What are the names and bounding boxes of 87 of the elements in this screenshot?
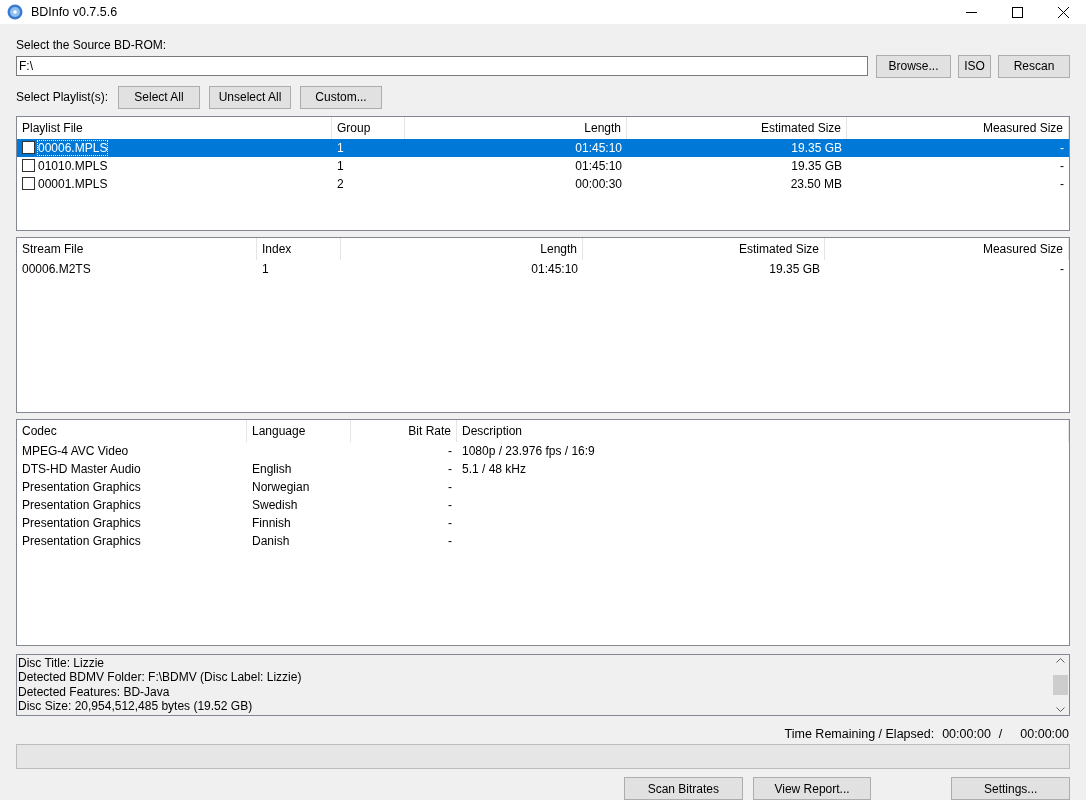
close-icon[interactable] bbox=[1057, 6, 1069, 18]
table-cell: 00006.MPLS bbox=[38, 140, 108, 155]
minimize-icon[interactable] bbox=[965, 11, 977, 13]
table-cell: 1 bbox=[337, 140, 344, 155]
table-cell: - bbox=[448, 516, 452, 531]
settings-button[interactable]: Settings... bbox=[951, 777, 1070, 800]
table-cell: - bbox=[448, 480, 452, 495]
source-label: Select the Source BD-ROM: bbox=[16, 37, 167, 52]
table-cell: Presentation Graphics bbox=[22, 534, 141, 549]
table-cell: 1 bbox=[262, 261, 269, 276]
table-cell: MPEG-4 AVC Video bbox=[22, 444, 129, 459]
table-cell: - bbox=[448, 534, 452, 549]
scroll-down-icon[interactable] bbox=[1056, 707, 1065, 713]
column-header[interactable]: Measured Size bbox=[825, 237, 1069, 260]
table-cell: - bbox=[448, 462, 452, 477]
table-cell: - bbox=[1060, 261, 1064, 276]
table-cell: - bbox=[448, 444, 452, 459]
time-elapsed: 00:00:00 bbox=[1020, 727, 1069, 742]
checkbox[interactable] bbox=[22, 141, 35, 155]
checkbox[interactable] bbox=[22, 159, 35, 173]
column-header[interactable]: Estimated Size bbox=[627, 116, 847, 139]
scroll-up-icon[interactable] bbox=[1056, 657, 1065, 663]
playlist-label: Select Playlist(s): bbox=[16, 90, 109, 105]
select-all-button[interactable]: Select All bbox=[118, 85, 201, 109]
log-line: Disc Size: 20,954,512,485 bytes (19.52 GB) bbox=[18, 699, 254, 714]
iso-button[interactable]: ISO bbox=[958, 54, 991, 78]
rescan-button[interactable]: Rescan bbox=[998, 54, 1070, 78]
column-header[interactable]: Index bbox=[257, 237, 341, 260]
source-path-field[interactable]: F:\ bbox=[16, 56, 868, 77]
table-cell: Swedish bbox=[252, 498, 298, 513]
browse-button[interactable]: Browse... bbox=[876, 54, 951, 78]
table-cell: 1 bbox=[337, 158, 344, 173]
log-line: Detected BDMV Folder: F:\BDMV (Disc Label: Lizzie) bbox=[18, 670, 303, 685]
table-cell: - bbox=[1060, 176, 1064, 191]
table-cell: 00001.MPLS bbox=[38, 176, 108, 191]
table-cell: Presentation Graphics bbox=[22, 498, 141, 513]
table-cell: - bbox=[1060, 140, 1064, 155]
view-report-button[interactable]: View Report... bbox=[752, 777, 872, 800]
table-cell: English bbox=[252, 462, 292, 477]
column-header[interactable]: Estimated Size bbox=[583, 237, 825, 260]
table-cell: 01:45:10 bbox=[531, 261, 578, 276]
table-cell: Presentation Graphics bbox=[22, 480, 141, 495]
table-cell: DTS-HD Master Audio bbox=[22, 462, 141, 477]
table-cell: 19.35 GB bbox=[791, 140, 842, 155]
scroll-thumb[interactable] bbox=[1053, 675, 1068, 696]
maximize-icon[interactable] bbox=[1011, 6, 1023, 18]
table-cell: Danish bbox=[252, 534, 290, 549]
playlist-row[interactable]: 00001.MPLS 2 00:00:30 23.50 MB - bbox=[17, 174, 1069, 193]
column-header[interactable]: Length bbox=[405, 116, 627, 139]
window-title: BDInfo v0.7.5.6 bbox=[31, 5, 119, 19]
table-cell: 01:45:10 bbox=[575, 140, 622, 155]
column-header[interactable]: Codec bbox=[17, 420, 247, 443]
log-line: Detected Features: BD-Java bbox=[18, 684, 171, 700]
table-cell: - bbox=[1060, 158, 1064, 173]
table-cell: 00006.M2TS bbox=[22, 261, 91, 276]
column-header[interactable]: Stream File bbox=[17, 237, 257, 260]
table-cell: 01:45:10 bbox=[575, 158, 622, 173]
column-header[interactable]: Language bbox=[247, 420, 351, 443]
column-header[interactable]: Length bbox=[341, 237, 583, 260]
table-cell: Finnish bbox=[252, 516, 291, 531]
column-header[interactable]: Playlist File bbox=[17, 116, 332, 139]
table-cell: 00:00:30 bbox=[575, 176, 622, 191]
column-header[interactable]: Description bbox=[457, 420, 1069, 443]
table-cell: 5.1 / 48 kHz bbox=[462, 462, 527, 477]
checkbox[interactable] bbox=[22, 177, 35, 191]
table-cell: 01010.MPLS bbox=[38, 158, 108, 173]
table-cell: 1080p / 23.976 fps / 16:9 bbox=[462, 444, 595, 459]
custom-button[interactable]: Custom... bbox=[300, 85, 383, 109]
table-cell: 23.50 MB bbox=[790, 176, 842, 191]
time-remaining: 00:00:00 bbox=[942, 727, 991, 742]
column-header[interactable]: Measured Size bbox=[847, 116, 1069, 139]
table-cell: - bbox=[448, 498, 452, 513]
playlist-row[interactable]: 00006.MPLS 1 01:45:10 19.35 GB - bbox=[17, 138, 1069, 157]
table-cell: Norwegian bbox=[252, 480, 310, 495]
column-header[interactable]: Group bbox=[332, 116, 405, 139]
log-line: Disc Title: Lizzie bbox=[18, 655, 106, 671]
column-header[interactable]: Bit Rate bbox=[351, 420, 457, 443]
playlist-row[interactable]: 01010.MPLS 1 01:45:10 19.35 GB - bbox=[17, 156, 1069, 175]
time-separator: / bbox=[998, 727, 1003, 742]
time-label: Time Remaining / Elapsed: bbox=[784, 727, 935, 742]
table-cell: 2 bbox=[337, 176, 344, 191]
table-cell: 19.35 GB bbox=[769, 261, 820, 276]
scan-bitrates-button[interactable]: Scan Bitrates bbox=[624, 777, 743, 800]
disc-icon bbox=[7, 4, 23, 20]
table-cell: 19.35 GB bbox=[791, 158, 842, 173]
table-cell: Presentation Graphics bbox=[22, 516, 141, 531]
unselect-all-button[interactable]: Unselect All bbox=[209, 85, 292, 109]
